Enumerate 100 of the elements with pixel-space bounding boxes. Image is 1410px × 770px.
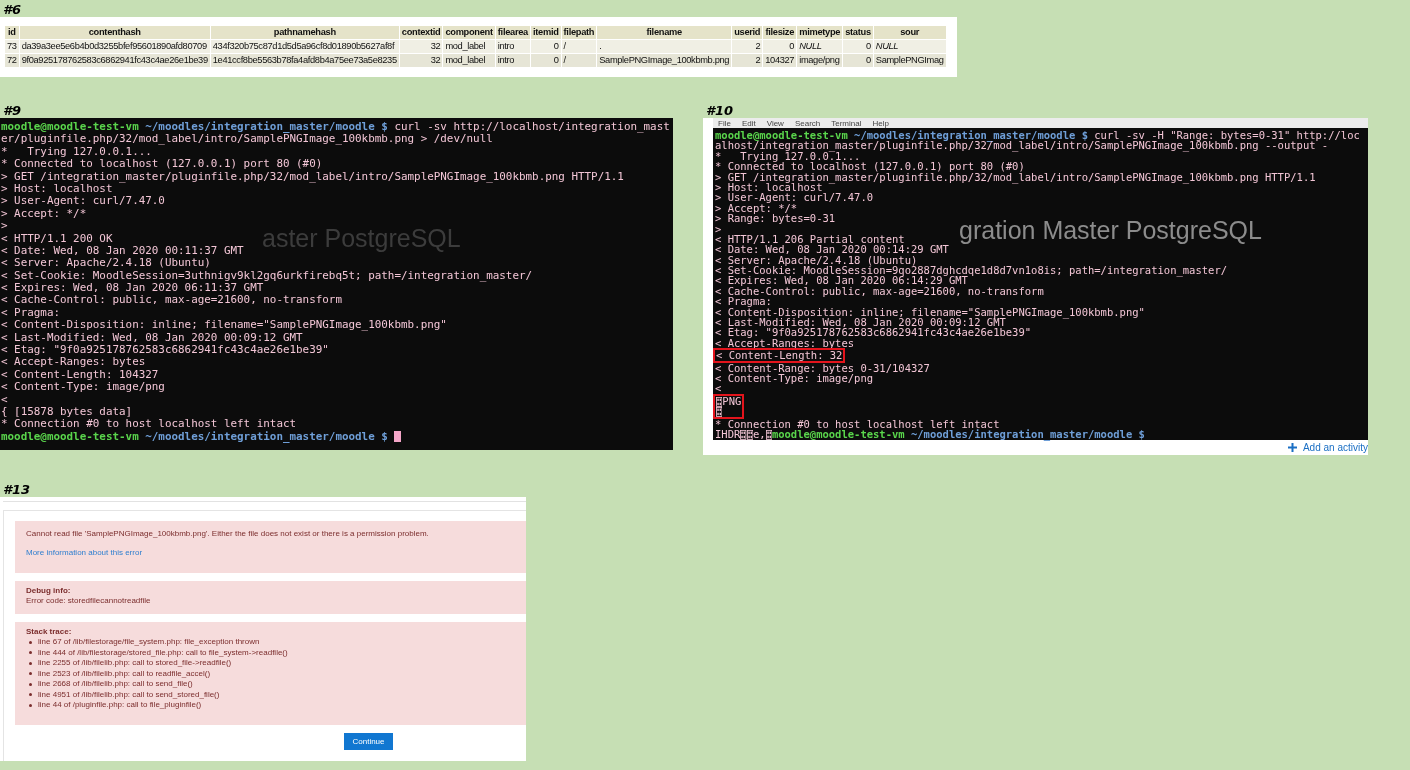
terminal-line: * Trying 127.0.0.1... bbox=[1, 145, 152, 159]
section-label: #6 bbox=[2, 2, 23, 17]
bullet-icon bbox=[29, 672, 32, 676]
table-cell: NULL bbox=[797, 40, 843, 53]
table-cell: 0 bbox=[530, 40, 561, 53]
stack-trace-item: line 2255 of /lib/filelib.php: call to stored_file->readfile() bbox=[38, 658, 232, 669]
table-cell: . bbox=[597, 40, 732, 53]
terminal-line: > User-Agent: curl/7.47.0 bbox=[715, 192, 874, 203]
terminal-line: < Content-Length: 104327 bbox=[1, 368, 159, 382]
table-cell: / bbox=[561, 54, 597, 67]
table-cell: 104327 bbox=[763, 54, 797, 67]
bullet-icon bbox=[29, 682, 32, 686]
column-header: contenthash bbox=[19, 26, 210, 39]
menu-item[interactable]: View bbox=[766, 118, 784, 128]
terminal-line: < Content-Disposition: inline; filename="SamplePNGImage_100kbmb.png" bbox=[1, 319, 447, 332]
menu-item[interactable]: Help bbox=[872, 118, 889, 128]
menu-item[interactable]: Search bbox=[794, 118, 821, 128]
terminal-line: < Content-Type: image/png bbox=[715, 373, 874, 384]
column-header: userid bbox=[732, 26, 763, 39]
column-header: status bbox=[843, 26, 873, 39]
table-cell: 32 bbox=[399, 40, 443, 53]
column-header: pathnamehash bbox=[210, 26, 399, 39]
table-cell: SamplePNGImag bbox=[873, 54, 946, 67]
prompt-path: ~/moodles/integration_master/moodle $ bbox=[854, 129, 1088, 141]
prompt-user: moodle@moodle-test-vm bbox=[771, 427, 905, 440]
add-activity-link[interactable]: Add an activity bbox=[1287, 442, 1368, 453]
terminal-line: { [15878 bytes data] bbox=[1, 406, 133, 419]
terminal-line: alhost/integration_master/pluginfile.php/32/mod_label/intro/SamplePNGImage_100kbmb.png --output - bbox=[715, 140, 1329, 151]
table-cell: mod_label bbox=[443, 54, 495, 67]
stack-trace-item: line 44 of /pluginfile.php: call to file_pluginfile() bbox=[38, 700, 202, 711]
column-header: mimetype bbox=[797, 26, 843, 39]
terminal-line: > Accept: */* bbox=[1, 207, 87, 221]
prompt-user: moodle@moodle-test-vm bbox=[715, 129, 848, 141]
terminal-line: < Set-Cookie: MoodleSession=9qo2887dghcdqe1d8d7vn1o8is; path=/integration_master/ bbox=[715, 265, 1228, 276]
bullet-icon bbox=[29, 651, 32, 655]
menu-item[interactable]: Edit bbox=[741, 118, 756, 128]
table-cell: 0 bbox=[843, 54, 873, 67]
section-label: #10 bbox=[705, 103, 735, 118]
terminal-line: < Expires: Wed, 08 Jan 2020 06:11:37 GMT bbox=[1, 282, 264, 295]
terminal-line: > GET /integration_master/pluginfile.php/32/mod_label/intro/SamplePNGImage_100kbmb.png HTTP/1.1 bbox=[1, 170, 624, 183]
terminal-line: < Last-Modified: Wed, 08 Jan 2020 00:09:12 GMT bbox=[715, 317, 1006, 328]
terminal-line: < Pragma: bbox=[1, 306, 60, 320]
stack-trace-item: line 2523 of /lib/filelib.php: call to readfile_accel() bbox=[38, 668, 211, 679]
terminal-line: < Content-Length: 32 bbox=[716, 350, 843, 361]
terminal-line: er/pluginfile.php/32/mod_label/intro/SamplePNGImage_100kbmb.png > /dev/null bbox=[1, 133, 493, 146]
stack-trace-title: Stack trace: bbox=[26, 626, 72, 637]
table-cell: 0 bbox=[843, 40, 873, 53]
section-label: #9 bbox=[2, 103, 23, 118]
column-header: filesize bbox=[763, 26, 797, 39]
bullet-icon bbox=[29, 661, 32, 665]
terminal-line: < Content-Disposition: inline; filename="SamplePNGImage_100kbmb.png" bbox=[715, 306, 1145, 318]
prompt-user: moodle@moodle-test-vm bbox=[1, 429, 139, 443]
text-cursor-icon bbox=[394, 431, 401, 443]
terminal-line: < Set-Cookie: MoodleSession=3uthnigv9kl2gq6urkfirebq5t; path=/integration_master/ bbox=[1, 269, 533, 283]
terminal-line: < bbox=[1, 393, 8, 406]
stack-trace-item: line 4951 of /lib/filelib.php: call to send_stored_file() bbox=[38, 689, 220, 700]
table-cell: intro bbox=[495, 54, 530, 67]
table-cell: 434f320b75c87d1d5d5a96cf8d01890b5627af8f bbox=[210, 40, 399, 53]
terminal-line: * Connection #0 to host localhost left intact bbox=[1, 418, 297, 431]
stack-trace-item: line 2668 of /lib/filelib.php: call to send_file() bbox=[38, 679, 193, 690]
terminal-line: < HTTP/1.1 200 OK bbox=[1, 232, 113, 245]
prompt-path: ~/moodles/integration_master/moodle $ bbox=[910, 427, 1145, 440]
terminal-line: < Server: Apache/2.4.18 (Ubuntu) bbox=[1, 257, 211, 270]
stack-trace-item: line 444 of /lib/filestorage/stored_file.php: call to file_system->readfile() bbox=[38, 647, 288, 658]
terminal-line: > bbox=[715, 223, 722, 234]
terminal-line: < Content-Range: bytes 0-31/104327 bbox=[715, 362, 930, 373]
terminal-line: > Accept: */* bbox=[715, 202, 798, 214]
column-header: component bbox=[443, 26, 495, 39]
continue-button[interactable]: Continue bbox=[344, 732, 393, 750]
output-text: e, bbox=[752, 427, 766, 440]
command-text: curl -sv http://localhost/integration_mast bbox=[394, 120, 670, 133]
terminal-line: < Expires: Wed, 08 Jan 2020 06:14:29 GMT bbox=[715, 275, 968, 286]
column-header: filename bbox=[597, 26, 732, 39]
bullet-icon bbox=[29, 693, 32, 697]
terminal-line: > Range: bytes=0-31 bbox=[715, 213, 836, 224]
menu-item[interactable]: File bbox=[718, 118, 731, 128]
terminal-line: > bbox=[1, 220, 8, 233]
terminal-line: < Last-Modified: Wed, 08 Jan 2020 00:09:12 GMT bbox=[1, 331, 303, 345]
table-cell: 2 bbox=[732, 40, 763, 53]
terminal-line: < Date: Wed, 08 Jan 2020 00:14:29 GMT bbox=[715, 244, 949, 255]
output-text: IHDR bbox=[715, 427, 741, 440]
table-cell: NULL bbox=[873, 40, 946, 53]
background-text: gration Master PostgreSQL bbox=[959, 218, 1262, 242]
terminal-line: < Server: Apache/2.4.18 (Ubuntu) bbox=[715, 254, 918, 266]
column-header: filepath bbox=[561, 26, 597, 39]
column-header: contextid bbox=[399, 26, 443, 39]
bullet-icon bbox=[29, 640, 32, 644]
column-header: id bbox=[5, 26, 19, 39]
command-text: curl -sv -H "Range: bytes=0-31" http://loc bbox=[1094, 129, 1360, 141]
terminal-line: < Etag: "9f0a925178762583c6862941fc43c4ae26e1be39" bbox=[715, 327, 1032, 338]
terminal-line: > GET /integration_master/pluginfile.php/32/mod_label/intro/SamplePNGImage_100kbmb.png HTTP/1.1 bbox=[715, 171, 1316, 182]
menu-item[interactable]: Terminal bbox=[831, 118, 862, 128]
output-text: PNG bbox=[722, 394, 742, 407]
prompt-user: moodle@moodle-test-vm bbox=[1, 120, 139, 133]
terminal-line: < Date: Wed, 08 Jan 2020 00:11:37 GMT bbox=[1, 244, 244, 258]
terminal-line: < Cache-Control: public, max-age=21600, no-transform bbox=[715, 285, 1044, 297]
terminal-line: < Accept-Ranges: bytes bbox=[1, 356, 146, 369]
table-cell: / bbox=[561, 40, 597, 53]
terminal-line: > Host: localhost bbox=[1, 182, 113, 196]
table-cell: 1e41ccf8be5563b78fa4afd8b4a75ee73a5e8235 bbox=[210, 54, 399, 67]
